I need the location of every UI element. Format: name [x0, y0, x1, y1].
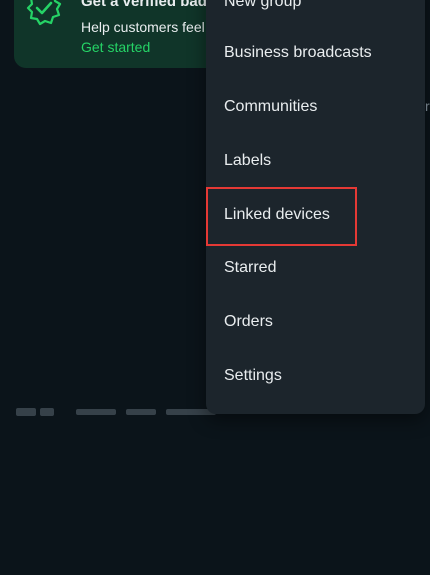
menu-item-new-group[interactable]: New group [206, 0, 425, 29]
screen: Get a verified badge Help customers feel… [0, 0, 430, 575]
menu-item-linked-devices[interactable]: Linked devices [206, 188, 425, 242]
ghosted-list-row [16, 408, 216, 416]
menu-item-orders[interactable]: Orders [206, 295, 425, 349]
verified-badge-icon [26, 0, 62, 26]
edge-text-fragment: r [425, 98, 430, 114]
menu-item-business-broadcasts[interactable]: Business broadcasts [206, 26, 425, 80]
promo-description: Help customers feel [81, 19, 205, 35]
menu-item-labels[interactable]: Labels [206, 134, 425, 188]
promo-title: Get a verified badge [81, 0, 225, 10]
overflow-menu: New group Business broadcasts Communitie… [206, 0, 425, 414]
get-started-link[interactable]: Get started [81, 39, 150, 55]
menu-item-communities[interactable]: Communities [206, 80, 425, 134]
menu-item-starred[interactable]: Starred [206, 241, 425, 295]
menu-item-settings[interactable]: Settings [206, 349, 425, 403]
